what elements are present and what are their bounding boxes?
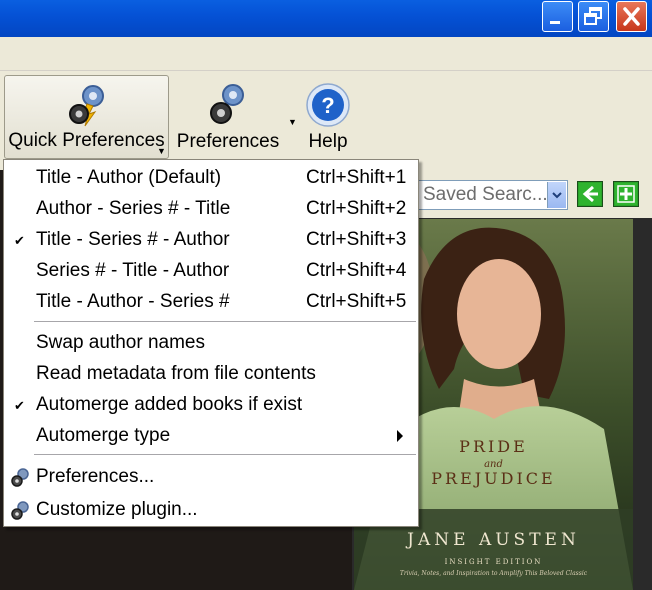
minimize-button[interactable]	[542, 1, 573, 32]
menu-strip	[0, 37, 652, 70]
arrow-left-icon	[579, 183, 601, 205]
menu-separator	[34, 454, 416, 455]
gear-icon	[11, 468, 29, 487]
menu-item-shortcut: Ctrl+Shift+3	[306, 229, 407, 250]
preferences-button[interactable]: Preferences ▼	[172, 75, 297, 159]
window-titlebar	[0, 0, 652, 37]
help-icon: ?	[306, 83, 350, 127]
plus-icon	[615, 183, 637, 205]
menu-item-label: Swap author names	[36, 332, 205, 353]
menu-item-label: Automerge added books if exist	[36, 394, 303, 415]
menu-item-label: Series # - Title - Author	[36, 260, 230, 281]
menu-item-label: Customize plugin...	[36, 499, 198, 520]
help-label: Help	[308, 131, 348, 152]
menu-item-title-author[interactable]: Title - Author (Default) Ctrl+Shift+1	[4, 163, 418, 193]
menu-item-automerge-type[interactable]: Automerge type	[4, 421, 418, 451]
quick-preferences-label: Quick Preferences	[8, 130, 165, 151]
close-icon	[623, 7, 640, 26]
help-button[interactable]: ? Help	[300, 75, 356, 159]
svg-text:?: ?	[321, 93, 334, 118]
checkmark-icon: ✔	[14, 398, 25, 413]
menu-item-label: Title - Series # - Author	[36, 229, 230, 250]
menu-item-shortcut: Ctrl+Shift+2	[306, 198, 407, 219]
menu-item-title-series-author[interactable]: ✔ Title - Series # - Author Ctrl+Shift+3	[4, 225, 418, 255]
chevron-down-icon[interactable]	[547, 182, 566, 208]
menu-separator	[34, 321, 416, 322]
gear-icon	[11, 501, 29, 520]
cover-edition: INSIGHT EDITION	[444, 558, 543, 566]
save-search-button[interactable]	[613, 181, 639, 207]
dropdown-arrow-icon: ▼	[157, 146, 166, 156]
menu-item-series-title-author[interactable]: Series # - Title - Author Ctrl+Shift+4	[4, 256, 418, 286]
gear-icon	[69, 85, 104, 127]
menu-item-automerge-books[interactable]: ✔ Automerge added books if exist	[4, 390, 418, 420]
minimize-icon	[550, 21, 560, 24]
quick-preferences-menu: Title - Author (Default) Ctrl+Shift+1 Au…	[3, 159, 419, 527]
menu-item-title-author-series[interactable]: Title - Author - Series # Ctrl+Shift+5	[4, 287, 418, 317]
menu-item-label: Author - Series # - Title	[36, 198, 231, 219]
restore-button[interactable]	[578, 1, 609, 32]
menu-item-label: Read metadata from file contents	[36, 363, 316, 384]
preferences-label: Preferences	[176, 131, 280, 152]
menu-item-label: Preferences...	[36, 466, 155, 487]
menu-item-swap-author-names[interactable]: Swap author names	[4, 328, 418, 358]
menu-item-preferences[interactable]: Preferences...	[4, 462, 418, 492]
copy-search-button[interactable]	[577, 181, 603, 207]
submenu-arrow-icon	[397, 430, 403, 442]
menu-item-author-series-title[interactable]: Author - Series # - Title Ctrl+Shift+2	[4, 194, 418, 224]
menu-item-label: Title - Author (Default)	[36, 167, 222, 188]
menu-item-shortcut: Ctrl+Shift+4	[306, 260, 407, 281]
menu-item-label: Automerge type	[36, 425, 171, 446]
menu-item-read-metadata[interactable]: Read metadata from file contents	[4, 359, 418, 389]
menu-item-label: Title - Author - Series #	[36, 291, 230, 312]
toolbar: Quick Preferences ▼ Preferences ▼ ? Help	[0, 70, 652, 171]
saved-search-value: Saved Searc...	[423, 184, 548, 205]
restore-icon	[584, 7, 602, 25]
menu-item-customize-plugin[interactable]: Customize plugin...	[4, 495, 418, 525]
dropdown-arrow-icon[interactable]: ▼	[288, 117, 297, 127]
menu-item-shortcut: Ctrl+Shift+5	[306, 291, 407, 312]
quick-preferences-button[interactable]: Quick Preferences ▼	[4, 75, 169, 159]
menu-item-shortcut: Ctrl+Shift+1	[306, 167, 407, 188]
checkmark-icon: ✔	[14, 233, 25, 248]
cover-tagline: Trivia, Notes, and Inspiration to Amplif…	[399, 570, 588, 577]
saved-search-select[interactable]: Saved Searc...	[418, 180, 568, 210]
cover-author: JANE AUSTEN	[407, 530, 580, 550]
gears-icon	[210, 84, 244, 124]
close-button[interactable]	[616, 1, 647, 32]
